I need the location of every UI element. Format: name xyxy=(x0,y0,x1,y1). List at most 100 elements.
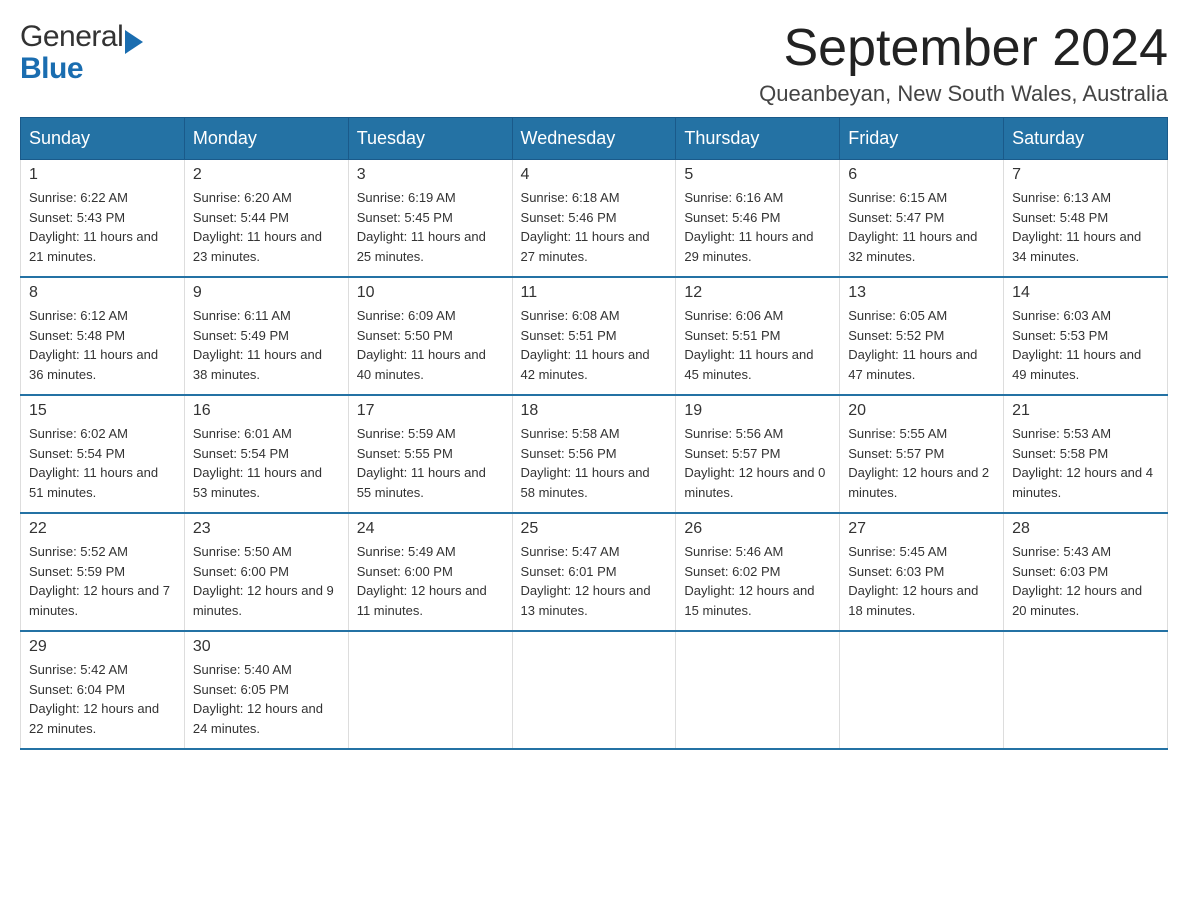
calendar-cell: 17Sunrise: 5:59 AMSunset: 5:55 PMDayligh… xyxy=(348,395,512,513)
logo-line1: General xyxy=(20,20,143,54)
day-number: 8 xyxy=(29,284,176,302)
calendar-cell: 10 Sunrise: 6:09 AMSunset: 5:50 PMDayligh… xyxy=(348,277,512,395)
day-info: Sunrise: 5:53 AMSunset: 5:58 PMDaylight:… xyxy=(1012,424,1159,502)
calendar-cell: 28 Sunrise: 5:43 AMSunset: 6:03 PMDayligh… xyxy=(1004,513,1168,631)
day-info: Sunrise: 5:58 AMSunset: 5:56 PMDaylight:… xyxy=(521,424,668,502)
day-number: 11 xyxy=(521,284,668,302)
day-info: Sunrise: 6:19 AMSunset: 5:45 PMDaylight:… xyxy=(357,188,504,266)
day-info: Sunrise: 6:16 AMSunset: 5:46 PMDaylight:… xyxy=(684,188,831,266)
calendar-cell: 8 Sunrise: 6:12 AMSunset: 5:48 PMDaylight… xyxy=(21,277,185,395)
day-number: 2 xyxy=(193,166,340,184)
calendar-cell: 11 Sunrise: 6:08 AMSunset: 5:51 PMDayligh… xyxy=(512,277,676,395)
day-number: 28 xyxy=(1012,520,1159,538)
day-number: 12 xyxy=(684,284,831,302)
calendar-week-row: 22Sunrise: 5:52 AMSunset: 5:59 PMDayligh… xyxy=(21,513,1168,631)
calendar-day-header: Saturday xyxy=(1004,118,1168,160)
calendar-cell xyxy=(512,631,676,749)
logo-arrow-icon xyxy=(125,30,143,54)
day-info: Sunrise: 5:46 AMSunset: 6:02 PMDaylight:… xyxy=(684,542,831,620)
day-number: 10 xyxy=(357,284,504,302)
day-number: 21 xyxy=(1012,402,1159,420)
calendar-day-header: Friday xyxy=(840,118,1004,160)
day-number: 1 xyxy=(29,166,176,184)
calendar-cell xyxy=(348,631,512,749)
day-number: 19 xyxy=(684,402,831,420)
day-number: 18 xyxy=(521,402,668,420)
day-info: Sunrise: 5:45 AMSunset: 6:03 PMDaylight:… xyxy=(848,542,995,620)
calendar-day-header: Sunday xyxy=(21,118,185,160)
month-title: September 2024 xyxy=(759,20,1168,77)
calendar-cell: 25 Sunrise: 5:47 AMSunset: 6:01 PMDayligh… xyxy=(512,513,676,631)
day-number: 24 xyxy=(357,520,504,538)
calendar-cell: 22Sunrise: 5:52 AMSunset: 5:59 PMDayligh… xyxy=(21,513,185,631)
calendar-cell: 1 Sunrise: 6:22 AMSunset: 5:43 PMDaylight… xyxy=(21,160,185,278)
calendar-cell: 21 Sunrise: 5:53 AMSunset: 5:58 PMDayligh… xyxy=(1004,395,1168,513)
calendar-cell: 14 Sunrise: 6:03 AMSunset: 5:53 PMDayligh… xyxy=(1004,277,1168,395)
day-info: Sunrise: 6:13 AMSunset: 5:48 PMDaylight:… xyxy=(1012,188,1159,266)
day-number: 7 xyxy=(1012,166,1159,184)
day-number: 25 xyxy=(521,520,668,538)
calendar-cell: 29 Sunrise: 5:42 AMSunset: 6:04 PMDayligh… xyxy=(21,631,185,749)
calendar-cell: 5 Sunrise: 6:16 AMSunset: 5:46 PMDaylight… xyxy=(676,160,840,278)
day-info: Sunrise: 6:22 AMSunset: 5:43 PMDaylight:… xyxy=(29,188,176,266)
calendar-cell: 7 Sunrise: 6:13 AMSunset: 5:48 PMDaylight… xyxy=(1004,160,1168,278)
calendar-cell: 15Sunrise: 6:02 AMSunset: 5:54 PMDayligh… xyxy=(21,395,185,513)
logo: General Blue xyxy=(20,20,143,84)
day-info: Sunrise: 6:03 AMSunset: 5:53 PMDaylight:… xyxy=(1012,306,1159,384)
day-number: 3 xyxy=(357,166,504,184)
calendar-day-header: Wednesday xyxy=(512,118,676,160)
calendar-cell: 3 Sunrise: 6:19 AMSunset: 5:45 PMDaylight… xyxy=(348,160,512,278)
day-info: Sunrise: 5:43 AMSunset: 6:03 PMDaylight:… xyxy=(1012,542,1159,620)
calendar-cell: 9 Sunrise: 6:11 AMSunset: 5:49 PMDaylight… xyxy=(184,277,348,395)
day-info: Sunrise: 5:55 AMSunset: 5:57 PMDaylight:… xyxy=(848,424,995,502)
day-info: Sunrise: 5:59 AMSunset: 5:55 PMDaylight:… xyxy=(357,424,504,502)
calendar-cell: 18 Sunrise: 5:58 AMSunset: 5:56 PMDayligh… xyxy=(512,395,676,513)
calendar-cell: 30Sunrise: 5:40 AMSunset: 6:05 PMDayligh… xyxy=(184,631,348,749)
location-label: Queanbeyan, New South Wales, Australia xyxy=(759,81,1168,107)
day-info: Sunrise: 5:47 AMSunset: 6:01 PMDaylight:… xyxy=(521,542,668,620)
day-info: Sunrise: 5:42 AMSunset: 6:04 PMDaylight:… xyxy=(29,660,176,738)
calendar-week-row: 8 Sunrise: 6:12 AMSunset: 5:48 PMDaylight… xyxy=(21,277,1168,395)
day-info: Sunrise: 5:40 AMSunset: 6:05 PMDaylight:… xyxy=(193,660,340,738)
day-number: 16 xyxy=(193,402,340,420)
day-info: Sunrise: 6:15 AMSunset: 5:47 PMDaylight:… xyxy=(848,188,995,266)
calendar-cell: 20 Sunrise: 5:55 AMSunset: 5:57 PMDayligh… xyxy=(840,395,1004,513)
day-info: Sunrise: 6:09 AMSunset: 5:50 PMDaylight:… xyxy=(357,306,504,384)
calendar-week-row: 29 Sunrise: 5:42 AMSunset: 6:04 PMDayligh… xyxy=(21,631,1168,749)
calendar-cell: 23Sunrise: 5:50 AMSunset: 6:00 PMDayligh… xyxy=(184,513,348,631)
calendar-cell: 4 Sunrise: 6:18 AMSunset: 5:46 PMDaylight… xyxy=(512,160,676,278)
calendar-cell: 6 Sunrise: 6:15 AMSunset: 5:47 PMDaylight… xyxy=(840,160,1004,278)
calendar-day-header: Thursday xyxy=(676,118,840,160)
day-number: 22 xyxy=(29,520,176,538)
calendar-cell: 13Sunrise: 6:05 AMSunset: 5:52 PMDayligh… xyxy=(840,277,1004,395)
day-number: 23 xyxy=(193,520,340,538)
day-number: 15 xyxy=(29,402,176,420)
calendar-day-header: Tuesday xyxy=(348,118,512,160)
logo-line2: Blue xyxy=(20,54,83,84)
day-number: 29 xyxy=(29,638,176,656)
day-number: 9 xyxy=(193,284,340,302)
page-header: General Blue September 2024 Queanbeyan, … xyxy=(20,20,1168,107)
calendar-cell: 12 Sunrise: 6:06 AMSunset: 5:51 PMDayligh… xyxy=(676,277,840,395)
day-info: Sunrise: 6:11 AMSunset: 5:49 PMDaylight:… xyxy=(193,306,340,384)
calendar-cell xyxy=(676,631,840,749)
day-number: 20 xyxy=(848,402,995,420)
day-info: Sunrise: 6:12 AMSunset: 5:48 PMDaylight:… xyxy=(29,306,176,384)
calendar-cell: 26Sunrise: 5:46 AMSunset: 6:02 PMDayligh… xyxy=(676,513,840,631)
calendar-cell: 16Sunrise: 6:01 AMSunset: 5:54 PMDayligh… xyxy=(184,395,348,513)
day-info: Sunrise: 6:08 AMSunset: 5:51 PMDaylight:… xyxy=(521,306,668,384)
calendar-header-row: SundayMondayTuesdayWednesdayThursdayFrid… xyxy=(21,118,1168,160)
day-info: Sunrise: 6:18 AMSunset: 5:46 PMDaylight:… xyxy=(521,188,668,266)
day-number: 5 xyxy=(684,166,831,184)
day-number: 13 xyxy=(848,284,995,302)
day-info: Sunrise: 6:06 AMSunset: 5:51 PMDaylight:… xyxy=(684,306,831,384)
calendar-week-row: 1 Sunrise: 6:22 AMSunset: 5:43 PMDaylight… xyxy=(21,160,1168,278)
day-number: 6 xyxy=(848,166,995,184)
day-number: 14 xyxy=(1012,284,1159,302)
calendar-table: SundayMondayTuesdayWednesdayThursdayFrid… xyxy=(20,117,1168,750)
calendar-cell: 27 Sunrise: 5:45 AMSunset: 6:03 PMDayligh… xyxy=(840,513,1004,631)
day-number: 4 xyxy=(521,166,668,184)
calendar-cell: 24Sunrise: 5:49 AMSunset: 6:00 PMDayligh… xyxy=(348,513,512,631)
day-number: 27 xyxy=(848,520,995,538)
calendar-cell xyxy=(1004,631,1168,749)
